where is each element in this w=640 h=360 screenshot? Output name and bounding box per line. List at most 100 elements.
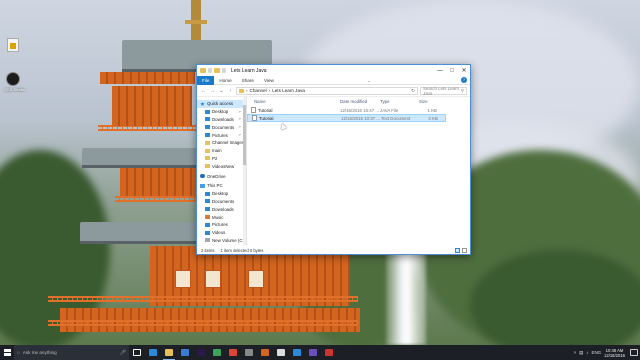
recent-locations-icon[interactable]: ⌄ <box>218 88 225 94</box>
show-hidden-icons-icon[interactable]: ˄ <box>574 350 577 355</box>
cortana-search-box[interactable]: ○ Ask me anything 🎤︎ <box>14 345 129 360</box>
pc-icon <box>200 183 205 188</box>
address-bar[interactable]: › Channel › Lets Learn Java ↻ <box>236 86 418 95</box>
taskbar-app-button[interactable] <box>241 345 257 360</box>
new-folder-icon[interactable] <box>214 68 220 73</box>
tab-file[interactable]: File <box>197 75 215 85</box>
status-bar: 2 items 1 item selected 0 bytes <box>197 246 470 254</box>
file-row[interactable]: Tutorial 12/16/2016 10:47 ... JAVA File 1 K… <box>247 106 446 114</box>
column-date-modified[interactable]: Date modified <box>340 99 380 104</box>
taskbar-app-button[interactable] <box>305 345 321 360</box>
taskbar-app-button[interactable] <box>289 345 305 360</box>
clock[interactable]: 10:48 AM 12/16/2016 <box>604 348 625 358</box>
premiere-icon <box>197 349 205 356</box>
sidebar-item-channel-images[interactable]: Channel Images <box>197 139 246 147</box>
taskbar-chrome-button[interactable] <box>225 345 241 360</box>
sidebar-item-label: New Volume (C:) <box>212 237 246 243</box>
sidebar-item-pictures[interactable]: Pictures <box>197 221 246 229</box>
taskbar-app-button[interactable] <box>321 345 337 360</box>
refresh-icon[interactable]: ↻ <box>411 88 417 94</box>
minimize-button[interactable]: — <box>434 65 446 76</box>
sidebar-item-pictures[interactable]: Pictures ↗ <box>197 131 246 139</box>
column-size[interactable]: Size <box>419 99 439 104</box>
sidebar-item-music[interactable]: Music <box>197 213 246 221</box>
action-center-icon[interactable] <box>630 349 638 356</box>
tab-share[interactable]: Share <box>237 76 259 85</box>
tab-view[interactable]: View <box>259 76 279 85</box>
network-icon[interactable]: ▤ <box>579 350 583 356</box>
system-tray: ˄ ▤ ♪ ENG 10:48 AM 12/16/2016 <box>574 348 640 358</box>
language-indicator[interactable]: ENG <box>592 350 602 355</box>
forward-arrow-icon[interactable]: → <box>209 88 216 94</box>
taskbar-store-button[interactable] <box>177 345 193 360</box>
sidebar-item-documents[interactable]: Documents <box>197 198 246 206</box>
documents-icon <box>205 125 210 130</box>
file-date: 12/16/2016 10:47 ... <box>340 107 380 113</box>
close-button[interactable]: ✕ <box>458 65 470 76</box>
sidebar-item-label: VideosNew <box>212 163 235 169</box>
help-icon[interactable]: ? <box>460 77 467 83</box>
properties-icon[interactable] <box>208 68 212 73</box>
maximize-button[interactable]: □ <box>446 65 458 76</box>
sidebar-item-main[interactable]: main <box>197 147 246 155</box>
search-icon: ⚲ <box>460 87 464 93</box>
details-view-icon[interactable] <box>455 247 460 253</box>
taskbar-premiere-button[interactable] <box>193 345 209 360</box>
back-arrow-icon[interactable]: ← <box>200 88 207 94</box>
folder-icon <box>205 140 210 145</box>
folder-icon <box>239 88 244 93</box>
sidebar-item-this-pc[interactable]: This PC <box>197 182 246 190</box>
app-icon <box>213 349 221 356</box>
sidebar-item-downloads[interactable]: Downloads <box>197 205 246 213</box>
navigation-scrollbar[interactable] <box>243 97 246 245</box>
sidebar-item-videos[interactable]: Videos <box>197 229 246 237</box>
title-bar[interactable]: Lets Learn Java — □ ✕ <box>197 65 470 76</box>
start-button[interactable] <box>0 345 14 360</box>
taskbar-file-explorer-button[interactable] <box>161 345 177 360</box>
navigation-pane: Quick access Desktop ↗ Downloads ↗ Documents ↗… <box>197 97 247 245</box>
sidebar-item-quick-access[interactable]: Quick access <box>197 100 246 108</box>
drive-icon <box>205 238 210 243</box>
breadcrumb-channel[interactable]: Channel <box>250 88 267 93</box>
column-name[interactable]: Name <box>254 99 340 104</box>
taskbar-app-button[interactable] <box>209 345 225 360</box>
column-type[interactable]: Type <box>380 99 419 104</box>
sidebar-item-label: Quick access <box>207 101 234 107</box>
desktop-obs-shortcut[interactable]: OBS Studio <box>4 72 25 92</box>
up-arrow-icon[interactable]: ↑ <box>227 88 234 94</box>
sidebar-item-desktop[interactable]: Desktop <box>197 190 246 198</box>
tab-home[interactable]: Home <box>214 76 236 85</box>
file-type: JAVA File <box>380 107 399 113</box>
sidebar-item-documents[interactable]: Documents ↗ <box>197 123 246 131</box>
microphone-icon[interactable]: 🎤︎ <box>120 350 126 356</box>
file-explorer-window: Lets Learn Java — □ ✕ File Home Share Vi… <box>196 64 471 255</box>
sidebar-item-downloads[interactable]: Downloads ↗ <box>197 116 246 124</box>
windows-logo-icon <box>3 349 11 356</box>
search-placeholder: Search Lets Learn Java <box>423 85 459 96</box>
sidebar-item-videosnew[interactable]: VideosNew <box>197 162 246 170</box>
sidebar-item-label: Channel Images <box>212 140 244 146</box>
sidebar-item-label: Desktop <box>212 191 229 197</box>
desktop-document-shortcut[interactable] <box>4 38 22 53</box>
breadcrumb-current[interactable]: Lets Learn Java <box>272 88 305 93</box>
taskbar-obs-button[interactable] <box>273 345 289 360</box>
sidebar-item-p2[interactable]: P2 <box>197 155 246 163</box>
sidebar-item-new-volume-c[interactable]: New Volume (C:) <box>197 237 246 245</box>
taskbar-task-view-button[interactable] <box>129 345 145 360</box>
sidebar-item-onedrive[interactable]: OneDrive <box>197 172 246 180</box>
quick-access-dropdown-icon[interactable] <box>222 68 226 73</box>
file-row[interactable]: Tutorial 12/16/2016 10:37 ... Text Documen… <box>247 114 446 122</box>
sidebar-item-desktop[interactable]: Desktop ↗ <box>197 108 246 116</box>
breadcrumb-separator: › <box>246 88 248 93</box>
file-size: 0 KB <box>428 115 438 121</box>
taskbar-edge-button[interactable] <box>145 345 161 360</box>
search-input[interactable]: Search Lets Learn Java ⚲ <box>420 85 467 96</box>
volume-icon[interactable]: ♪ <box>586 350 588 355</box>
large-icons-view-icon[interactable] <box>462 247 467 253</box>
sidebar-item-label: Downloads <box>212 116 234 122</box>
taskbar-app-button[interactable] <box>257 345 273 360</box>
expand-ribbon-icon[interactable]: ⌄ <box>367 78 370 83</box>
window-title: Lets Learn Java <box>231 67 267 74</box>
file-explorer-icon <box>165 349 173 356</box>
document-icon <box>7 38 19 52</box>
